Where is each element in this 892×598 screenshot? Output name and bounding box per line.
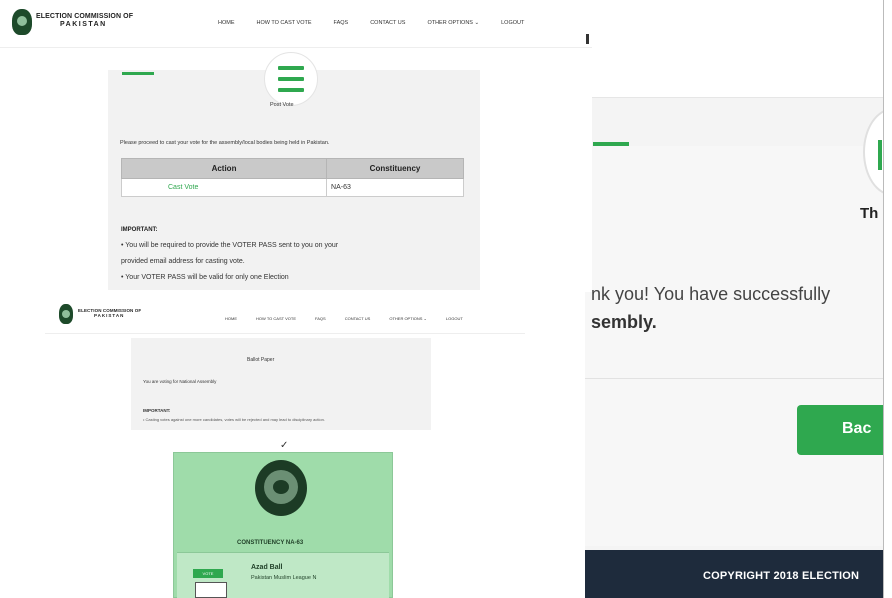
- column-header-constituency: Constituency: [326, 158, 464, 179]
- party-symbol-icon: [195, 582, 227, 598]
- window-edge: [883, 0, 892, 598]
- org-logo-text[interactable]: ELECTION COMMISSION OF PAKISTAN: [36, 13, 133, 29]
- logo-emblem-icon: [12, 9, 32, 35]
- thank-you-page: Th nk you! You have successfully sembly.…: [585, 0, 892, 598]
- page-title: Ballot Paper: [247, 357, 275, 363]
- warning-note: • Casting votes against one more candida…: [143, 417, 325, 422]
- nav-how-to-cast-vote[interactable]: HOW TO CAST VOTE: [257, 20, 312, 26]
- nav-contact-us[interactable]: CONTACT US: [345, 316, 371, 321]
- success-message: nk you! You have successfully: [591, 284, 831, 304]
- success-message-assembly: sembly.: [591, 312, 657, 332]
- cast-vote-link[interactable]: Cast Vote: [120, 178, 328, 197]
- candidate-party: Pakistan Muslim League N: [251, 575, 317, 581]
- nav-how-to-cast-vote[interactable]: HOW TO CAST VOTE: [256, 316, 296, 321]
- org-name-line2: PAKISTAN: [94, 313, 125, 319]
- column-header-action: Action: [120, 158, 328, 179]
- accent-line: [593, 142, 629, 146]
- nav-other-options[interactable]: OTHER OPTIONS ⌄: [427, 20, 479, 26]
- nav-menu: HOME HOW TO CAST VOTE FAQS CONTACT US OT…: [225, 316, 463, 321]
- thanks-heading: Th: [860, 205, 879, 222]
- org-logo-text[interactable]: ELECTION COMMISSION OF PAKISTAN: [78, 308, 141, 318]
- org-name-line1: ELECTION COMMISSION OF: [36, 13, 134, 20]
- nav-logout[interactable]: LOGOUT: [501, 20, 524, 26]
- logo-emblem-icon: [59, 304, 73, 324]
- ballot-paper-page: ELECTION COMMISSION OF PAKISTAN HOME HOW…: [45, 290, 525, 440]
- bullet-item: • Your VOTER PASS will be valid for only…: [121, 274, 289, 281]
- divider: [585, 378, 892, 379]
- ballot-card: ✓ CONSTITUENCY NA-63 VOTE Azad Ball Paki…: [145, 438, 420, 598]
- vote-button[interactable]: VOTE: [193, 569, 223, 578]
- top-navbar: ELECTION COMMISSION OF PAKISTAN HOME HOW…: [45, 290, 525, 334]
- nav-home[interactable]: HOME: [225, 316, 237, 321]
- copyright-footer: COPYRIGHT 2018 ELECTION: [585, 550, 892, 598]
- nav-menu: HOME HOW TO CAST VOTE FAQS CONTACT US OT…: [218, 20, 524, 26]
- nav-contact-us[interactable]: CONTACT US: [370, 20, 405, 26]
- bullet-item: • You will be required to provide the VO…: [121, 242, 339, 249]
- constituency-cell: NA-63: [326, 178, 464, 197]
- nav-logout[interactable]: LOGOUT: [446, 316, 463, 321]
- cast-vote-page: ELECTION COMMISSION OF PAKISTAN HOME HOW…: [0, 0, 592, 292]
- check-icon: ✓: [280, 440, 289, 451]
- state-emblem-icon: [255, 460, 307, 516]
- bullet-item: provided email address for casting vote.: [121, 258, 245, 265]
- nav-other-options[interactable]: OTHER OPTIONS ⌄: [389, 316, 427, 321]
- top-navbar: ELECTION COMMISSION OF PAKISTAN HOME HOW…: [0, 0, 592, 48]
- voting-for-text: You are voting for National Assembly: [143, 379, 217, 384]
- constituency-table: Action Constituency Cast Vote NA-63: [120, 158, 464, 197]
- org-name-line2: PAKISTAN: [60, 21, 107, 29]
- thanks-panel: [585, 146, 892, 546]
- table-row: Cast Vote NA-63: [120, 178, 464, 197]
- accent-line: [122, 72, 154, 75]
- hamburger-menu-icon[interactable]: [264, 52, 318, 106]
- back-button[interactable]: Bac: [797, 405, 892, 455]
- important-label: IMPORTANT:: [121, 227, 158, 233]
- thanks-header-bar: [585, 0, 892, 98]
- nav-faqs[interactable]: FAQS: [334, 20, 349, 26]
- candidate-name: Azad Ball: [251, 564, 283, 571]
- important-label: IMPORTANT:: [143, 408, 171, 413]
- intro-text: Please proceed to cast your vote for the…: [120, 140, 330, 146]
- nav-home[interactable]: HOME: [218, 20, 235, 26]
- status-mark: [878, 140, 882, 170]
- cursor-mark: [586, 34, 589, 44]
- constituency-title: CONSTITUENCY NA-63: [237, 540, 304, 546]
- page-title: Post Vote: [270, 102, 294, 108]
- nav-faqs[interactable]: FAQS: [315, 316, 326, 321]
